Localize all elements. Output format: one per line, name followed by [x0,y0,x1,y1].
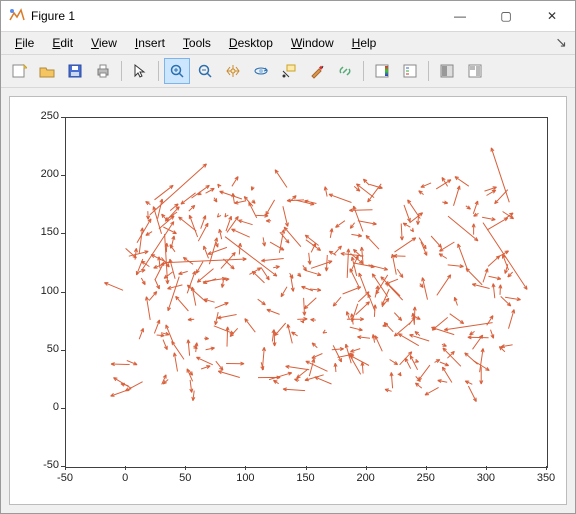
print-button[interactable] [90,58,116,84]
menu-tools[interactable]: Tools [175,34,219,52]
menu-desktop[interactable]: Desktop [221,34,281,52]
toolbar [1,55,575,88]
titlebar: Figure 1 — ▢ ✕ [1,1,575,32]
toolbar-sep [158,61,159,81]
menu-window[interactable]: Window [283,34,342,52]
data-cursor-button[interactable] [276,58,302,84]
x-tick-label: 250 [417,472,435,484]
save-button[interactable] [62,58,88,84]
new-figure-button[interactable] [6,58,32,84]
y-tick-label: 50 [29,343,59,355]
menubar: File Edit View Insert Tools Desktop Wind… [1,32,575,55]
close-button[interactable]: ✕ [529,1,575,31]
pan-button[interactable] [220,58,246,84]
hide-plottools-button[interactable] [434,58,460,84]
y-tick-label: 0 [29,401,59,413]
matlab-figure-icon [9,8,25,24]
x-tick-label: 50 [179,472,191,484]
open-button[interactable] [34,58,60,84]
link-button[interactable] [332,58,358,84]
plot-area: -50 0 50 100 150 200 250 -50 0 50 100 150 200 250 300 3… [1,88,575,513]
maximize-button[interactable]: ▢ [483,1,529,31]
pointer-button[interactable] [127,58,153,84]
quiver-plot [66,118,547,467]
y-tick-label: 150 [29,226,59,238]
menu-file[interactable]: File [7,34,42,52]
toolbar-sep [363,61,364,81]
toolbar-sep [428,61,429,81]
legend-button[interactable] [397,58,423,84]
colorbar-button[interactable] [369,58,395,84]
menu-file-rest: ile [22,36,34,50]
y-tick-label: 100 [29,285,59,297]
y-tick-label: 250 [29,110,59,122]
x-tick-label: 200 [356,472,374,484]
brush-button[interactable] [304,58,330,84]
x-tick-label: 100 [236,472,254,484]
zoom-out-button[interactable] [192,58,218,84]
menubar-extra-icon[interactable]: ↘ [555,34,567,51]
x-tick-label: 150 [296,472,314,484]
axes-box[interactable] [65,117,548,468]
menu-view[interactable]: View [83,34,125,52]
x-tick-label: 300 [477,472,495,484]
zoom-in-button[interactable] [164,58,190,84]
minimize-button[interactable]: — [437,1,483,31]
toolbar-sep [121,61,122,81]
x-tick-label: -50 [57,472,73,484]
y-tick-label: 200 [29,168,59,180]
x-tick-label: 0 [122,472,128,484]
y-tick-label: -50 [29,459,59,471]
figure-window: Figure 1 — ▢ ✕ File Edit View Insert Too… [0,0,576,514]
rotate3d-button[interactable] [248,58,274,84]
figure-canvas[interactable]: -50 0 50 100 150 200 250 -50 0 50 100 150 200 250 300 3… [9,96,567,505]
menu-edit[interactable]: Edit [44,34,81,52]
x-tick-label: 350 [537,472,555,484]
menu-help[interactable]: Help [344,34,385,52]
show-plottools-button[interactable] [462,58,488,84]
window-title: Figure 1 [31,9,75,23]
menu-insert[interactable]: Insert [127,34,173,52]
